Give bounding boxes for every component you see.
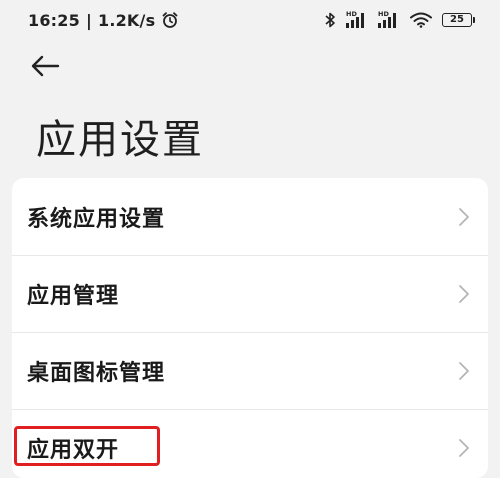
highlight-box bbox=[14, 426, 160, 466]
battery-icon: 25 bbox=[442, 13, 475, 27]
status-bar: 16:25 | 1.2K/s HD HD 25 bbox=[0, 0, 500, 40]
list-item-label: 应用管理 bbox=[27, 283, 120, 309]
status-right: HD HD 25 bbox=[324, 10, 475, 30]
back-button[interactable] bbox=[30, 50, 74, 86]
wifi-icon bbox=[410, 12, 432, 28]
bluetooth-icon bbox=[324, 11, 336, 29]
alarm-icon bbox=[161, 11, 179, 29]
chevron-right-icon bbox=[458, 438, 470, 458]
hd-label-1: HD bbox=[346, 10, 357, 18]
chevron-right-icon bbox=[458, 284, 470, 304]
list-item-label: 桌面图标管理 bbox=[27, 360, 166, 386]
chevron-right-icon bbox=[458, 361, 470, 381]
arrow-left-icon bbox=[30, 55, 60, 81]
signal-hd-2-icon: HD bbox=[378, 10, 400, 30]
list-item-label: 系统应用设置 bbox=[27, 206, 166, 232]
network-speed: 1.2K/s bbox=[97, 10, 156, 30]
list-item-desktop-icon-management[interactable]: 桌面图标管理 bbox=[12, 332, 488, 409]
signal-hd-1-icon: HD bbox=[346, 10, 368, 30]
status-left: 16:25 | 1.2K/s bbox=[28, 11, 179, 30]
hd-label-2: HD bbox=[378, 10, 389, 18]
status-time: 16:25 bbox=[28, 10, 80, 30]
page-title: 应用设置 bbox=[36, 117, 204, 163]
list-item-app-management[interactable]: 应用管理 bbox=[12, 255, 488, 332]
battery-level: 25 bbox=[450, 14, 464, 25]
chevron-right-icon bbox=[458, 207, 470, 227]
status-separator: | bbox=[85, 10, 92, 30]
list-item-system-app-settings[interactable]: 系统应用设置 bbox=[12, 178, 488, 255]
